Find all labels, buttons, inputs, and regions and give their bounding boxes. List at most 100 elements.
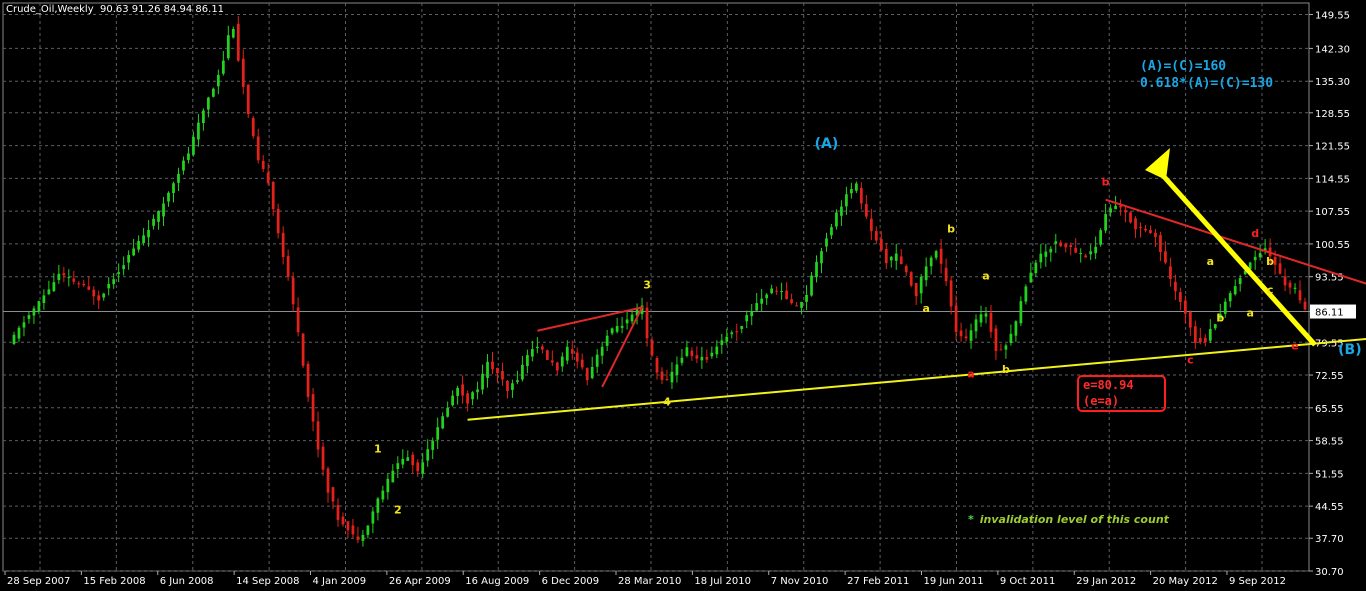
x-tick-label: 26 Apr 2009 <box>389 576 451 587</box>
candle-body <box>207 97 210 110</box>
candle-body <box>874 231 878 241</box>
candle-body <box>1188 312 1192 328</box>
projection-arrow-shaft <box>1156 168 1317 347</box>
candle-body <box>67 277 71 279</box>
candle-body <box>1094 246 1098 254</box>
candle-body <box>12 334 16 344</box>
x-tick-label: 29 Jan 2012 <box>1076 576 1136 587</box>
candle-body <box>590 366 594 379</box>
wave-label: a <box>922 302 929 315</box>
wave-label: e <box>1291 340 1298 353</box>
candle-body <box>356 536 360 540</box>
candle-body <box>825 238 828 247</box>
candle-body <box>436 427 440 440</box>
y-tick-label: 142.30 <box>1315 44 1350 55</box>
candle-body <box>889 256 893 261</box>
candle-body <box>471 392 474 400</box>
candle-body <box>1183 300 1187 314</box>
candle-body <box>1293 287 1297 289</box>
candle-body <box>1273 257 1277 265</box>
candle-body <box>421 462 425 474</box>
candle-body <box>1193 326 1197 343</box>
candle-body <box>954 305 958 332</box>
candle-body <box>157 211 160 222</box>
wave-label: 2 <box>394 503 402 516</box>
candle-body <box>1099 230 1103 245</box>
candle-body <box>256 136 260 161</box>
candle-body <box>147 230 150 238</box>
candle-body <box>1174 281 1177 292</box>
candle-body <box>1089 251 1093 255</box>
candle-body <box>211 88 215 97</box>
candle-body <box>700 356 704 361</box>
candle-body <box>555 362 559 371</box>
candle-body <box>1129 212 1132 223</box>
x-tick-label: 9 Sep 2012 <box>1229 576 1286 587</box>
wave-label: 3 <box>643 279 651 292</box>
candle-body <box>869 218 873 232</box>
wave-label: d <box>1251 227 1259 240</box>
y-tick-label: 128.55 <box>1315 109 1350 120</box>
candle-body <box>1208 329 1212 341</box>
current-price-label: 86.11 <box>1315 308 1344 319</box>
candle-body <box>855 183 858 191</box>
candle-body <box>1104 214 1107 231</box>
candle-body <box>605 335 609 346</box>
candle-body <box>132 248 135 256</box>
candle-body <box>710 352 714 357</box>
candle-body <box>620 325 624 328</box>
y-tick-label: 121.55 <box>1315 142 1350 153</box>
candle-body <box>655 358 659 373</box>
candle-body <box>575 352 579 362</box>
candle-body <box>366 525 370 535</box>
candle-body <box>231 28 235 38</box>
candle-body <box>1298 290 1302 301</box>
y-tick-label: 30.70 <box>1315 567 1344 578</box>
candle-body <box>835 212 838 227</box>
candle-body <box>540 346 544 350</box>
candle-body <box>740 326 744 329</box>
candle-body <box>77 283 81 285</box>
candle-body <box>162 203 165 217</box>
wedge-lines <box>537 305 644 388</box>
candle-body <box>426 449 430 461</box>
candle-body <box>1159 235 1162 252</box>
candle-body <box>246 84 250 115</box>
candle-body <box>979 314 983 323</box>
wave-label: b <box>1002 363 1010 376</box>
wave-label: b <box>1266 255 1274 268</box>
candle-body <box>879 239 883 251</box>
candle-body <box>959 330 963 337</box>
candle-body <box>82 283 86 286</box>
candle-body <box>984 313 988 317</box>
candle-body <box>1109 208 1112 213</box>
candle-body <box>152 218 155 226</box>
y-tick-label: 72.55 <box>1315 371 1344 382</box>
candle-body <box>416 462 420 472</box>
wave-label: a <box>967 368 974 381</box>
candle-body <box>102 293 106 298</box>
candle-body <box>286 256 290 277</box>
candle-body <box>456 387 459 396</box>
invalidation-text: invalidation level of this count <box>979 513 1169 526</box>
candle-body <box>750 311 754 317</box>
candle-body <box>725 336 729 342</box>
x-tick-label: 20 May 2012 <box>1153 576 1218 587</box>
candle-body <box>840 206 843 216</box>
y-tick-label: 100.55 <box>1315 240 1350 251</box>
candle-body <box>964 336 968 339</box>
candle-body <box>391 470 395 483</box>
candle-body <box>894 253 898 261</box>
candle-body <box>904 266 908 273</box>
candle-body <box>675 364 679 375</box>
candle-body <box>795 305 798 307</box>
candle-body <box>1303 301 1307 310</box>
x-tick-label: 28 Sep 2007 <box>7 576 70 587</box>
candle-body <box>1149 229 1152 234</box>
candle-body <box>496 367 499 374</box>
candle-body <box>127 255 131 263</box>
candle-body <box>545 350 549 360</box>
chart-header: Crude_Oil,Weekly 90.63 91.26 84.94 86.11 <box>6 4 224 15</box>
candle-body <box>1069 245 1073 248</box>
candle-body <box>625 319 629 324</box>
